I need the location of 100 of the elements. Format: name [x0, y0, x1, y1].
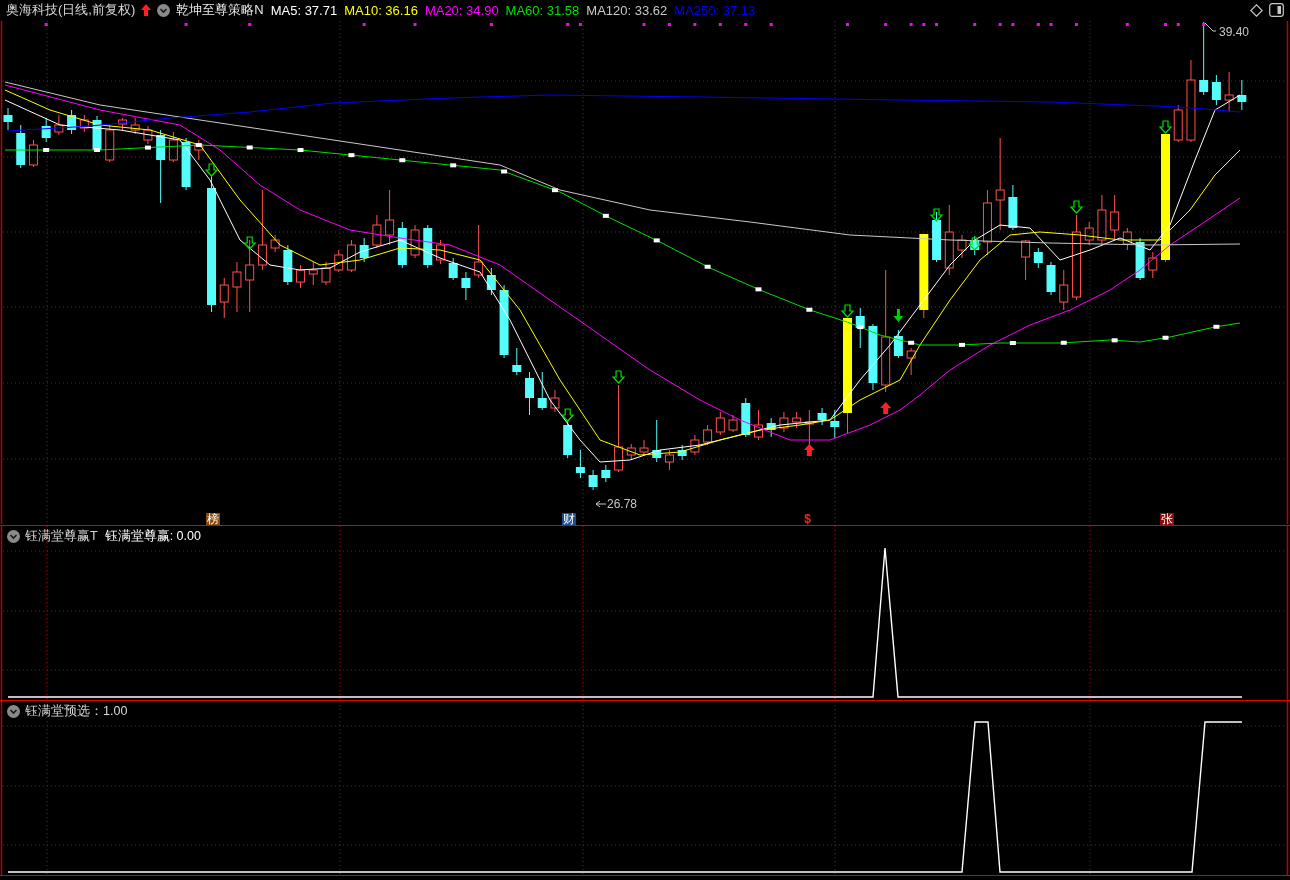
moving-average-reading: MA10: 36.16 — [344, 2, 418, 18]
chevron-circle-icon[interactable] — [7, 530, 20, 543]
rising-candlestick — [168, 131, 178, 163]
rising-candlestick — [232, 261, 242, 313]
rising-candlestick — [28, 139, 38, 168]
rising-candlestick — [219, 277, 229, 319]
rising-candlestick — [385, 189, 395, 246]
rising-candlestick — [1122, 227, 1132, 251]
falling-candlestick — [741, 397, 751, 438]
chevron-circle-icon[interactable] — [7, 705, 20, 718]
dot-marker-icon — [973, 23, 977, 26]
dot-marker-icon — [1202, 23, 1206, 26]
moving-average-reading: MA5: 37.71 — [270, 2, 338, 18]
rising-candlestick — [957, 234, 967, 259]
dot-marker-icon — [1164, 23, 1167, 26]
indicator-name: 钰满堂尊赢T — [25, 528, 98, 545]
rising-candlestick — [728, 414, 738, 433]
dot-marker-icon — [489, 23, 493, 26]
falling-candlestick — [283, 244, 293, 286]
falling-candlestick — [677, 444, 687, 461]
dot-marker-icon — [909, 23, 913, 26]
down-arrow-icon — [1069, 200, 1084, 214]
dot-marker-icon — [1075, 23, 1078, 26]
rising-candlestick — [270, 234, 280, 253]
rising-candlestick — [754, 409, 763, 441]
up-arrow-icon — [880, 402, 892, 414]
rising-candlestick — [308, 261, 318, 286]
rising-candlestick — [372, 214, 382, 249]
rising-candlestick — [944, 204, 954, 276]
down-arrow-icon — [1158, 120, 1173, 134]
falling-candlestick — [448, 257, 458, 281]
dot-marker-icon — [744, 23, 748, 26]
dot-marker-icon — [362, 23, 366, 26]
dot-marker-icon — [184, 23, 188, 26]
moving-average-reading: MA120: 33.62 — [586, 2, 668, 18]
rising-candlestick — [1021, 239, 1031, 281]
dot-marker-icon — [667, 23, 671, 26]
rising-candlestick — [982, 189, 992, 256]
high-price-label: 39.40 — [1219, 25, 1250, 39]
chart-title: 奥海科技(日线,前复权) — [6, 1, 136, 19]
falling-candlestick — [3, 107, 13, 131]
dot-marker-icon — [413, 23, 417, 26]
dot-marker-icon — [1125, 23, 1129, 26]
low-price-label: 26.78 — [607, 497, 638, 511]
up-arrow-icon — [803, 444, 815, 456]
falling-candlestick — [41, 117, 51, 143]
down-arrow-icon — [967, 237, 982, 251]
down-arrow-icon — [204, 163, 219, 177]
dot-marker-icon — [248, 23, 252, 26]
falling-candlestick — [486, 267, 496, 296]
falling-candlestick — [1008, 184, 1018, 231]
panel-toggle-icon[interactable] — [1269, 3, 1284, 17]
falling-candlestick — [893, 329, 903, 359]
falling-candlestick — [932, 211, 942, 263]
dot-marker-icon — [44, 23, 48, 26]
indicator-reading: 钰满堂尊赢: 0.00 — [104, 528, 201, 545]
rising-candlestick — [143, 125, 153, 145]
falling-candlestick — [1211, 74, 1221, 106]
falling-candlestick — [461, 271, 471, 301]
moving-average-reading: MA250: 37.13 — [674, 2, 756, 18]
diamond-icon[interactable] — [1250, 3, 1263, 17]
down-arrow-icon — [929, 208, 944, 222]
dot-marker-icon — [718, 23, 722, 26]
falling-candlestick — [1033, 247, 1043, 269]
rising-candlestick — [715, 411, 725, 436]
moving-average-reading: MA20: 34.90 — [424, 2, 499, 18]
rising-candlestick — [436, 239, 445, 265]
rising-candlestick — [1173, 104, 1183, 143]
leader-line — [1204, 22, 1217, 32]
rising-candlestick — [296, 264, 306, 289]
falling-candlestick — [525, 371, 534, 416]
down-arrow-icon — [242, 236, 257, 250]
rising-candlestick — [1110, 194, 1120, 241]
rising-candlestick — [474, 224, 484, 279]
falling-candlestick — [1046, 261, 1056, 296]
rising-candlestick — [906, 347, 916, 376]
falling-candlestick — [766, 417, 776, 438]
signal-symbol: $ — [803, 513, 813, 526]
rising-candlestick — [626, 443, 636, 461]
dot-marker-icon — [922, 23, 926, 26]
falling-candlestick — [868, 323, 878, 391]
falling-candlestick — [512, 347, 522, 376]
falling-candlestick — [575, 449, 585, 479]
dot-marker-icon — [578, 23, 582, 26]
rising-candlestick — [550, 389, 560, 413]
strategy-name: 乾坤至尊策略N — [176, 1, 264, 19]
chevron-circle-icon[interactable] — [157, 3, 171, 17]
rising-candlestick — [1097, 194, 1107, 246]
rising-candlestick — [334, 249, 344, 273]
rising-candlestick — [804, 409, 814, 446]
indicator-name: 钰满堂预选：1.00 — [25, 703, 128, 720]
dot-marker-icon — [566, 23, 570, 26]
down-arrow-icon — [893, 309, 904, 322]
dot-marker-icon — [642, 23, 646, 26]
rising-candlestick — [792, 411, 802, 429]
dot-marker-icon — [769, 23, 773, 26]
rising-candlestick — [194, 139, 204, 161]
dot-marker-icon — [1011, 23, 1015, 26]
rising-candlestick — [690, 434, 700, 456]
falling-candlestick — [652, 419, 662, 463]
